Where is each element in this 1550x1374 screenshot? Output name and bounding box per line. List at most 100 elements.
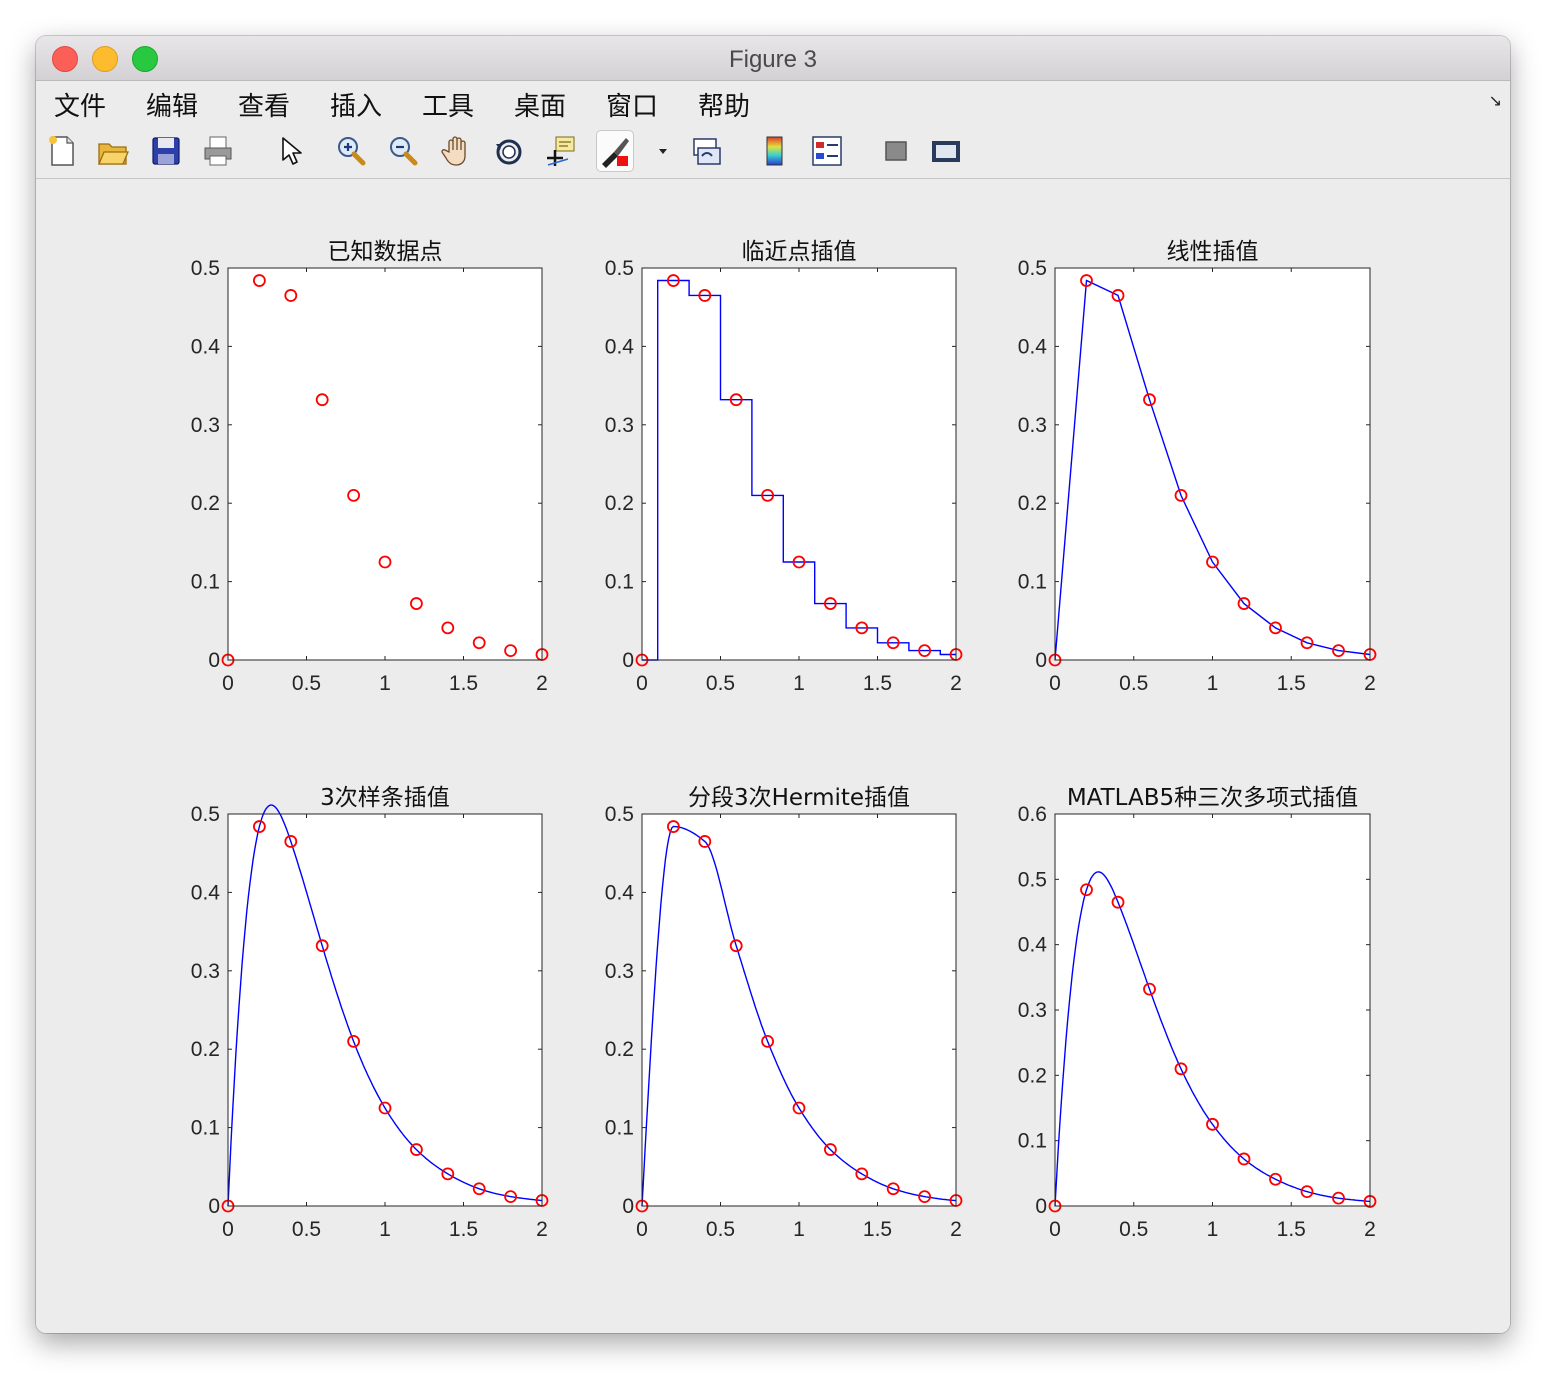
- dock-arrow-icon[interactable]: ↘: [1489, 91, 1502, 111]
- subplot-1: 0 0.5 1 1.5 2 0 0.1 0.2 0.3 0.4 0.5 已知数据点: [191, 239, 549, 695]
- title-bar[interactable]: Figure 3: [36, 36, 1510, 81]
- window-title: Figure 3: [728, 46, 818, 73]
- y-tick-label: 0.4: [191, 335, 221, 358]
- x-tick-label: 2: [1364, 1218, 1376, 1241]
- x-tick-label: 1: [793, 1218, 805, 1241]
- x-tick-label: 2: [536, 672, 548, 695]
- x-tick-label: 0: [1049, 672, 1061, 695]
- y-tick-label: 0.3: [605, 414, 634, 437]
- subplot-title: 线性插值: [1167, 239, 1259, 265]
- pointer-icon[interactable]: [273, 134, 307, 168]
- y-tick-label: 0.5: [1018, 868, 1047, 891]
- subplot-title: 3次样条插值: [320, 785, 450, 811]
- subplot-2: 0 0.5 1 1.5 2 0 0.1 0.2 0.3 0.4 0.5 临近点插值: [605, 239, 963, 695]
- x-tick-label: 1.5: [449, 1218, 478, 1241]
- figure-toolbar: [36, 122, 1510, 179]
- y-tick-label: 0.1: [1018, 1130, 1047, 1153]
- plot-area: [642, 814, 956, 1206]
- subplot-6: 0 0.5 1 1.5 2 0 0.1 0.2 0.3 0.4 0.5 0.6 MATLAB5种三次多项…: [1018, 785, 1377, 1241]
- zoom-in-icon[interactable]: [334, 134, 368, 168]
- x-tick-label: 1.5: [1277, 1218, 1306, 1241]
- y-tick-label: 0: [622, 649, 634, 672]
- menu-edit[interactable]: 编辑: [146, 86, 198, 123]
- subplot-3: 0 0.5 1 1.5 2 0 0.1 0.2 0.3 0.4 0.5 线性插值: [1018, 239, 1377, 695]
- y-tick-label: 0.2: [605, 492, 634, 515]
- x-tick-label: 1.5: [449, 672, 478, 695]
- x-tick-label: 0: [222, 672, 234, 695]
- y-tick-label: 0.4: [1018, 934, 1048, 957]
- open-file-icon[interactable]: [96, 134, 130, 168]
- y-tick-label: 0.5: [1018, 257, 1047, 280]
- x-tick-label: 2: [950, 1218, 962, 1241]
- x-tick-label: 1: [379, 672, 391, 695]
- y-tick-label: 0.4: [1018, 335, 1048, 358]
- menu-file[interactable]: 文件: [54, 86, 106, 123]
- y-tick-label: 0.2: [605, 1038, 634, 1061]
- y-tick-label: 0.5: [605, 803, 634, 826]
- menu-window[interactable]: 窗口: [606, 86, 658, 123]
- menu-desktop[interactable]: 桌面: [514, 86, 566, 123]
- colorbar-icon[interactable]: [758, 134, 792, 168]
- dropdown-arrow-icon[interactable]: [646, 134, 667, 168]
- x-tick-label: 1.5: [863, 1218, 892, 1241]
- y-tick-label: 0.3: [1018, 414, 1047, 437]
- y-tick-label: 0.5: [191, 257, 220, 280]
- y-tick-label: 0.1: [1018, 571, 1047, 594]
- y-tick-label: 0.2: [1018, 492, 1047, 515]
- legend-icon[interactable]: [810, 134, 844, 168]
- plot-area: [642, 268, 956, 660]
- menu-tools[interactable]: 工具: [422, 86, 474, 123]
- show-plot-tools-icon[interactable]: [929, 134, 963, 168]
- menu-view[interactable]: 查看: [238, 86, 290, 123]
- y-tick-label: 0.1: [191, 1117, 220, 1140]
- x-tick-label: 1: [379, 1218, 391, 1241]
- y-tick-label: 0.6: [1018, 803, 1047, 826]
- subplot-title: MATLAB5种三次多项式插值: [1067, 785, 1358, 811]
- zoom-out-icon[interactable]: [386, 134, 420, 168]
- y-tick-label: 0.4: [191, 881, 221, 904]
- pan-hand-icon[interactable]: [440, 134, 474, 168]
- link-plot-icon[interactable]: [690, 134, 724, 168]
- x-tick-label: 1.5: [1277, 672, 1306, 695]
- hide-plot-tools-icon[interactable]: [879, 134, 913, 168]
- x-tick-label: 0.5: [292, 672, 321, 695]
- menu-bar: 文件 编辑 查看 插入 工具 桌面 窗口 帮助 ↘: [36, 81, 1510, 123]
- print-icon[interactable]: [201, 134, 235, 168]
- rotate-3d-icon[interactable]: [492, 134, 526, 168]
- y-tick-label: 0.2: [191, 1038, 220, 1061]
- y-tick-label: 0: [1035, 1195, 1047, 1218]
- plot-area: [228, 814, 542, 1206]
- subplot-grid: 0 0.5 1 1.5 200.10.20.30.40.5已知数据点0 0.5 1 1.5 20…: [191, 239, 1377, 1241]
- figure-canvas: 0 0.5 1 1.5 2 0 0.1 0.2 0.3 0.4 0.5 已知数据点 0 0.5 1 1.5 2 0…: [36, 179, 1510, 1333]
- menu-help[interactable]: 帮助: [698, 86, 750, 123]
- y-tick-label: 0: [1035, 649, 1047, 672]
- y-tick-label: 0.5: [191, 803, 220, 826]
- x-tick-label: 0.5: [706, 672, 735, 695]
- x-tick-label: 0: [636, 672, 648, 695]
- x-tick-label: 0.5: [292, 1218, 321, 1241]
- x-tick-label: 1: [793, 672, 805, 695]
- x-tick-label: 1: [1207, 1218, 1219, 1241]
- y-tick-label: 0: [208, 1195, 220, 1218]
- subplot-5: 0 0.5 1 1.5 2 0 0.1 0.2 0.3 0.4 0.5 分段3次Hermite插值: [605, 785, 963, 1241]
- y-tick-label: 0.3: [605, 960, 634, 983]
- subplot-title: 临近点插值: [742, 239, 857, 265]
- y-tick-label: 0.4: [605, 881, 635, 904]
- new-figure-icon[interactable]: [45, 134, 79, 168]
- brush-icon[interactable]: [596, 130, 634, 172]
- x-tick-label: 2: [1364, 672, 1376, 695]
- y-tick-label: 0: [208, 649, 220, 672]
- y-tick-label: 0.1: [605, 1117, 634, 1140]
- x-tick-label: 0.5: [1119, 672, 1148, 695]
- y-tick-label: 0.3: [191, 960, 220, 983]
- y-tick-label: 0: [622, 1195, 634, 1218]
- data-cursor-icon[interactable]: [544, 134, 578, 168]
- subplot-4: 0 0.5 1 1.5 2 0 0.1 0.2 0.3 0.4 0.5 3次样条插值: [191, 785, 549, 1241]
- y-tick-label: 0.2: [191, 492, 220, 515]
- menu-insert[interactable]: 插入: [330, 86, 382, 123]
- y-tick-label: 0.3: [1018, 999, 1047, 1022]
- save-icon[interactable]: [149, 134, 183, 168]
- y-tick-label: 0.1: [191, 571, 220, 594]
- y-tick-label: 0.3: [191, 414, 220, 437]
- subplot-title: 已知数据点: [328, 239, 443, 265]
